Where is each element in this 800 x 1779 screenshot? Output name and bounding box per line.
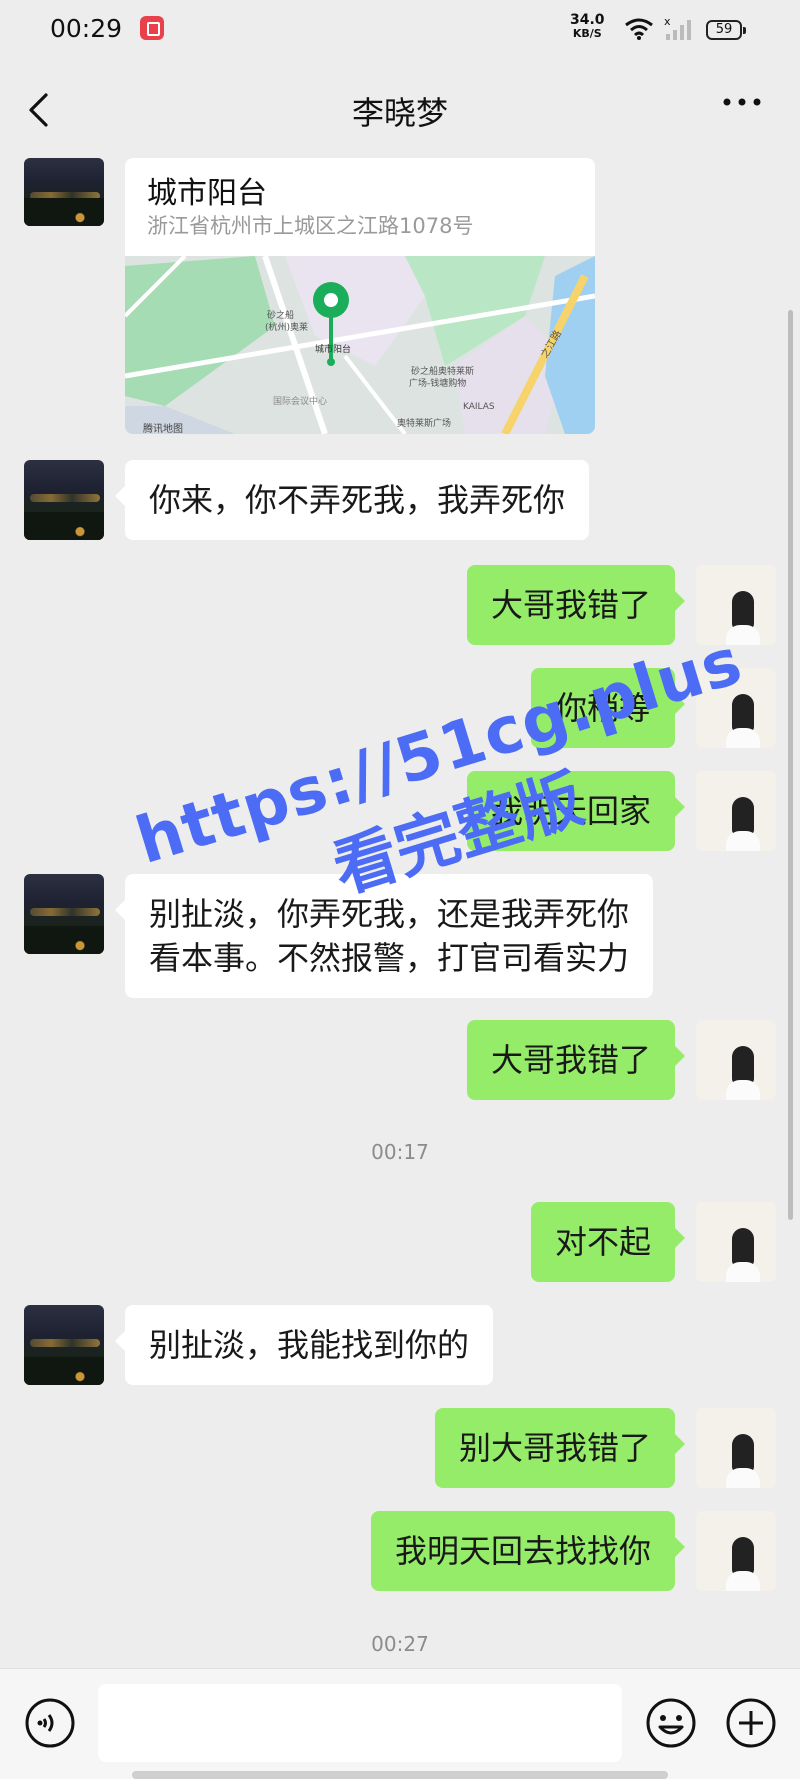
- location-address: 浙江省杭州市上城区之江路1078号: [147, 214, 474, 238]
- my-avatar[interactable]: [696, 1408, 776, 1488]
- outgoing-message[interactable]: 对不起: [530, 1202, 686, 1282]
- message-line: 别扯淡，你弄死我，还是我弄死你: [149, 895, 630, 933]
- my-avatar[interactable]: [696, 1202, 776, 1282]
- outgoing-message[interactable]: 我明天回去找找你: [370, 1511, 686, 1591]
- signal-icon: x: [664, 16, 691, 40]
- wifi-icon: [625, 18, 653, 40]
- contact-avatar[interactable]: [24, 158, 104, 226]
- message-list[interactable]: 城市阳台 浙江省杭州市上城区之江路1078号 城市阳台 砂之船 (杭州)奥莱 砂…: [0, 158, 800, 1668]
- map-graphic: [125, 256, 595, 434]
- incoming-message[interactable]: 别扯淡，我能找到你的: [114, 1305, 494, 1385]
- location-map: 城市阳台 砂之船 (杭州)奥莱 砂之船奥特莱斯 广场-钱塘购物 之江路 国际会议…: [125, 256, 595, 434]
- contact-avatar[interactable]: [24, 460, 104, 540]
- net-speed-unit: KB/S: [572, 27, 602, 40]
- contact-avatar[interactable]: [24, 1305, 104, 1385]
- outgoing-message[interactable]: 大哥我错了: [466, 565, 686, 645]
- my-avatar[interactable]: [696, 565, 776, 645]
- message-timestamp: 00:17: [371, 1140, 429, 1164]
- outgoing-message[interactable]: 别大哥我错了: [434, 1408, 686, 1488]
- map-label-poi2b: 广场-钱塘购物: [409, 379, 467, 389]
- screenshot-crop-icon: [140, 16, 164, 40]
- chat-title: 李晓梦: [351, 94, 448, 132]
- my-avatar[interactable]: [696, 771, 776, 851]
- chat-header: 李晓梦: [0, 62, 800, 158]
- message-timestamp: 00:27: [371, 1632, 429, 1656]
- status-time: 00:29: [50, 14, 123, 43]
- location-card[interactable]: 城市阳台 浙江省杭州市上城区之江路1078号 城市阳台 砂之船 (杭州)奥莱 砂…: [125, 158, 595, 434]
- outgoing-message[interactable]: 大哥我错了: [466, 1020, 686, 1100]
- map-pin-icon: [313, 282, 349, 366]
- svg-text:x: x: [664, 16, 671, 28]
- outgoing-message[interactable]: 你稍等: [530, 668, 686, 748]
- map-label-center: 国际会议中心: [273, 397, 328, 407]
- message-line: 看本事。不然报警，打官司看实力: [149, 939, 630, 977]
- scrollbar[interactable]: [788, 310, 793, 1220]
- map-provider-label: 腾讯地图: [143, 424, 183, 434]
- location-name: 城市阳台: [147, 176, 267, 211]
- map-label-poi1b: (杭州)奥莱: [265, 323, 309, 333]
- outgoing-message[interactable]: 我明天回家: [466, 771, 686, 851]
- input-bar: [0, 1668, 800, 1779]
- map-label-kailas: KAILAS: [463, 402, 495, 412]
- my-avatar[interactable]: [696, 1511, 776, 1591]
- net-speed: 34.0 KB/S: [570, 12, 605, 40]
- map-label-place: 城市阳台: [315, 345, 352, 355]
- my-avatar[interactable]: [696, 668, 776, 748]
- status-bar: 00:29 34.0 KB/S x 59: [0, 0, 800, 62]
- net-speed-value: 34.0: [570, 12, 605, 28]
- map-label-mall: 奥特莱斯广场: [397, 419, 452, 429]
- message-input[interactable]: [98, 1684, 622, 1762]
- voice-icon[interactable]: [24, 1697, 76, 1749]
- my-avatar[interactable]: [696, 1020, 776, 1100]
- incoming-message[interactable]: 你来，你不弄死我，我弄死你: [114, 460, 590, 540]
- battery-indicator: 59: [706, 20, 746, 40]
- emoji-icon[interactable]: [645, 1697, 697, 1749]
- more-icon[interactable]: [722, 92, 762, 112]
- incoming-message[interactable]: 别扯淡，你弄死我，还是我弄死你 看本事。不然报警，打官司看实力: [114, 874, 654, 998]
- contact-avatar[interactable]: [24, 874, 104, 954]
- plus-icon[interactable]: [725, 1697, 777, 1749]
